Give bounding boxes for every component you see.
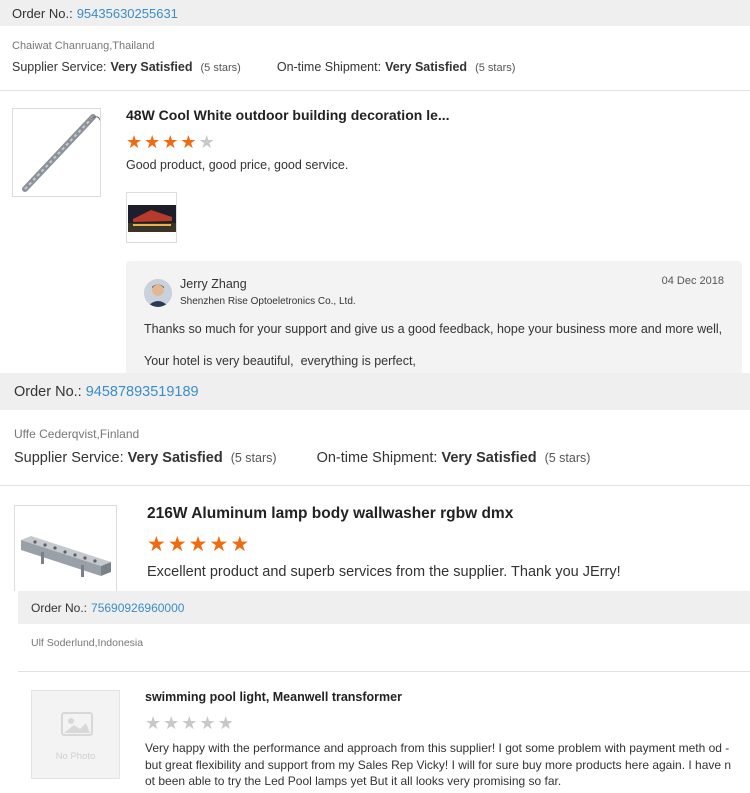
product-thumbnail[interactable] bbox=[12, 108, 101, 197]
shipment-stars: (5 stars) bbox=[544, 451, 591, 465]
buyer-name: Uffe Cederqvist,Finland bbox=[14, 427, 140, 441]
shipment-stars: (5 stars) bbox=[475, 62, 516, 74]
product-thumbnail[interactable]: No Photo bbox=[31, 690, 120, 779]
supplier-service-value: Very Satisfied bbox=[110, 60, 193, 74]
product-rating: ★ ★ ★ ★ ★ bbox=[126, 133, 217, 151]
star-icon: ★ bbox=[180, 132, 197, 152]
product-rating: ★ ★ ★ ★ ★ bbox=[147, 534, 251, 555]
supplier-service-label: Supplier Service: bbox=[12, 60, 107, 74]
divider bbox=[18, 671, 750, 672]
review-comment: Excellent product and superb services fr… bbox=[147, 564, 621, 580]
order-number-link[interactable]: 75690926960000 bbox=[91, 601, 184, 615]
buyer-name: Ulf Soderlund,Indonesia bbox=[31, 637, 144, 649]
star-icon: ★ bbox=[188, 533, 208, 556]
review-comment: Very happy with the performance and appr… bbox=[145, 741, 732, 788]
shipment-label: On-time Shipment: bbox=[276, 60, 382, 74]
supplier-reply: Jerry Zhang Shenzhen Rise Optoeletronics… bbox=[126, 261, 742, 373]
product-title-link[interactable]: swimming pool light, Meanwell transforme… bbox=[145, 690, 402, 704]
shipment-label: On-time Shipment: bbox=[316, 450, 438, 466]
star-icon: ★ bbox=[145, 713, 162, 733]
reply-text: Your hotel is very beautiful, everything… bbox=[144, 354, 416, 368]
product-title-link[interactable]: 216W Aluminum lamp body wallwasher rgbw … bbox=[147, 505, 513, 523]
order-label: Order No.: bbox=[12, 5, 73, 21]
star-icon: ★ bbox=[199, 713, 216, 733]
star-icon: ★ bbox=[162, 132, 179, 152]
reply-text: Thanks so much for your support and give… bbox=[144, 322, 723, 336]
review-card-1: Order No.: 95435630255631 Chaiwat Chanru… bbox=[0, 0, 750, 373]
shipment-value: Very Satisfied bbox=[385, 60, 468, 74]
review-card-2: Order No.: 94587893519189 Uffe Cederqvis… bbox=[0, 373, 750, 610]
star-icon: ★ bbox=[209, 533, 229, 556]
supplier-ratings: Supplier Service: Very Satisfied (5 star… bbox=[14, 450, 590, 466]
star-icon: ★ bbox=[126, 132, 143, 152]
order-bar: Order No.: 75690926960000 bbox=[18, 591, 750, 624]
reply-date: 04 Dec 2018 bbox=[661, 275, 724, 287]
star-icon: ★ bbox=[144, 132, 161, 152]
product-rating: ★ ★ ★ ★ ★ bbox=[145, 714, 236, 732]
order-number-link[interactable]: 94587893519189 bbox=[86, 384, 199, 400]
replier-company: Shenzhen Rise Optoeletronics Co., Ltd. bbox=[180, 296, 356, 307]
star-icon: ★ bbox=[167, 533, 187, 556]
star-icon: ★ bbox=[230, 533, 250, 556]
supplier-service-stars: (5 stars) bbox=[200, 62, 241, 74]
product-title-link[interactable]: 48W Cool White outdoor building decorati… bbox=[126, 107, 450, 123]
order-label: Order No.: bbox=[14, 383, 82, 400]
order-bar: Order No.: 95435630255631 bbox=[0, 0, 750, 26]
no-photo-label: No Photo bbox=[55, 751, 96, 762]
order-number-link[interactable]: 95435630255631 bbox=[77, 6, 178, 21]
photo-placeholder-icon bbox=[61, 712, 93, 736]
review-comment: Good product, good price, good service. bbox=[126, 158, 349, 172]
star-icon: ★ bbox=[198, 132, 215, 152]
supplier-service-value: Very Satisfied bbox=[127, 450, 223, 466]
star-icon: ★ bbox=[163, 713, 180, 733]
star-icon: ★ bbox=[147, 533, 166, 556]
replier-name: Jerry Zhang bbox=[180, 277, 247, 291]
order-label: Order No.: bbox=[31, 600, 88, 615]
divider bbox=[0, 90, 750, 91]
avatar bbox=[144, 279, 172, 307]
review-photo[interactable] bbox=[126, 192, 177, 243]
shipment-value: Very Satisfied bbox=[441, 450, 537, 466]
order-bar: Order No.: 94587893519189 bbox=[0, 373, 750, 410]
divider bbox=[0, 485, 750, 486]
review-card-3: Order No.: 75690926960000 Ulf Soderlund,… bbox=[0, 591, 750, 793]
supplier-service-label: Supplier Service: bbox=[14, 450, 124, 466]
supplier-service-stars: (5 stars) bbox=[230, 451, 277, 465]
star-icon: ★ bbox=[181, 713, 198, 733]
buyer-name: Chaiwat Chanruang,Thailand bbox=[12, 40, 155, 52]
supplier-ratings: Supplier Service: Very Satisfied (5 star… bbox=[12, 60, 515, 74]
star-icon: ★ bbox=[217, 713, 234, 733]
